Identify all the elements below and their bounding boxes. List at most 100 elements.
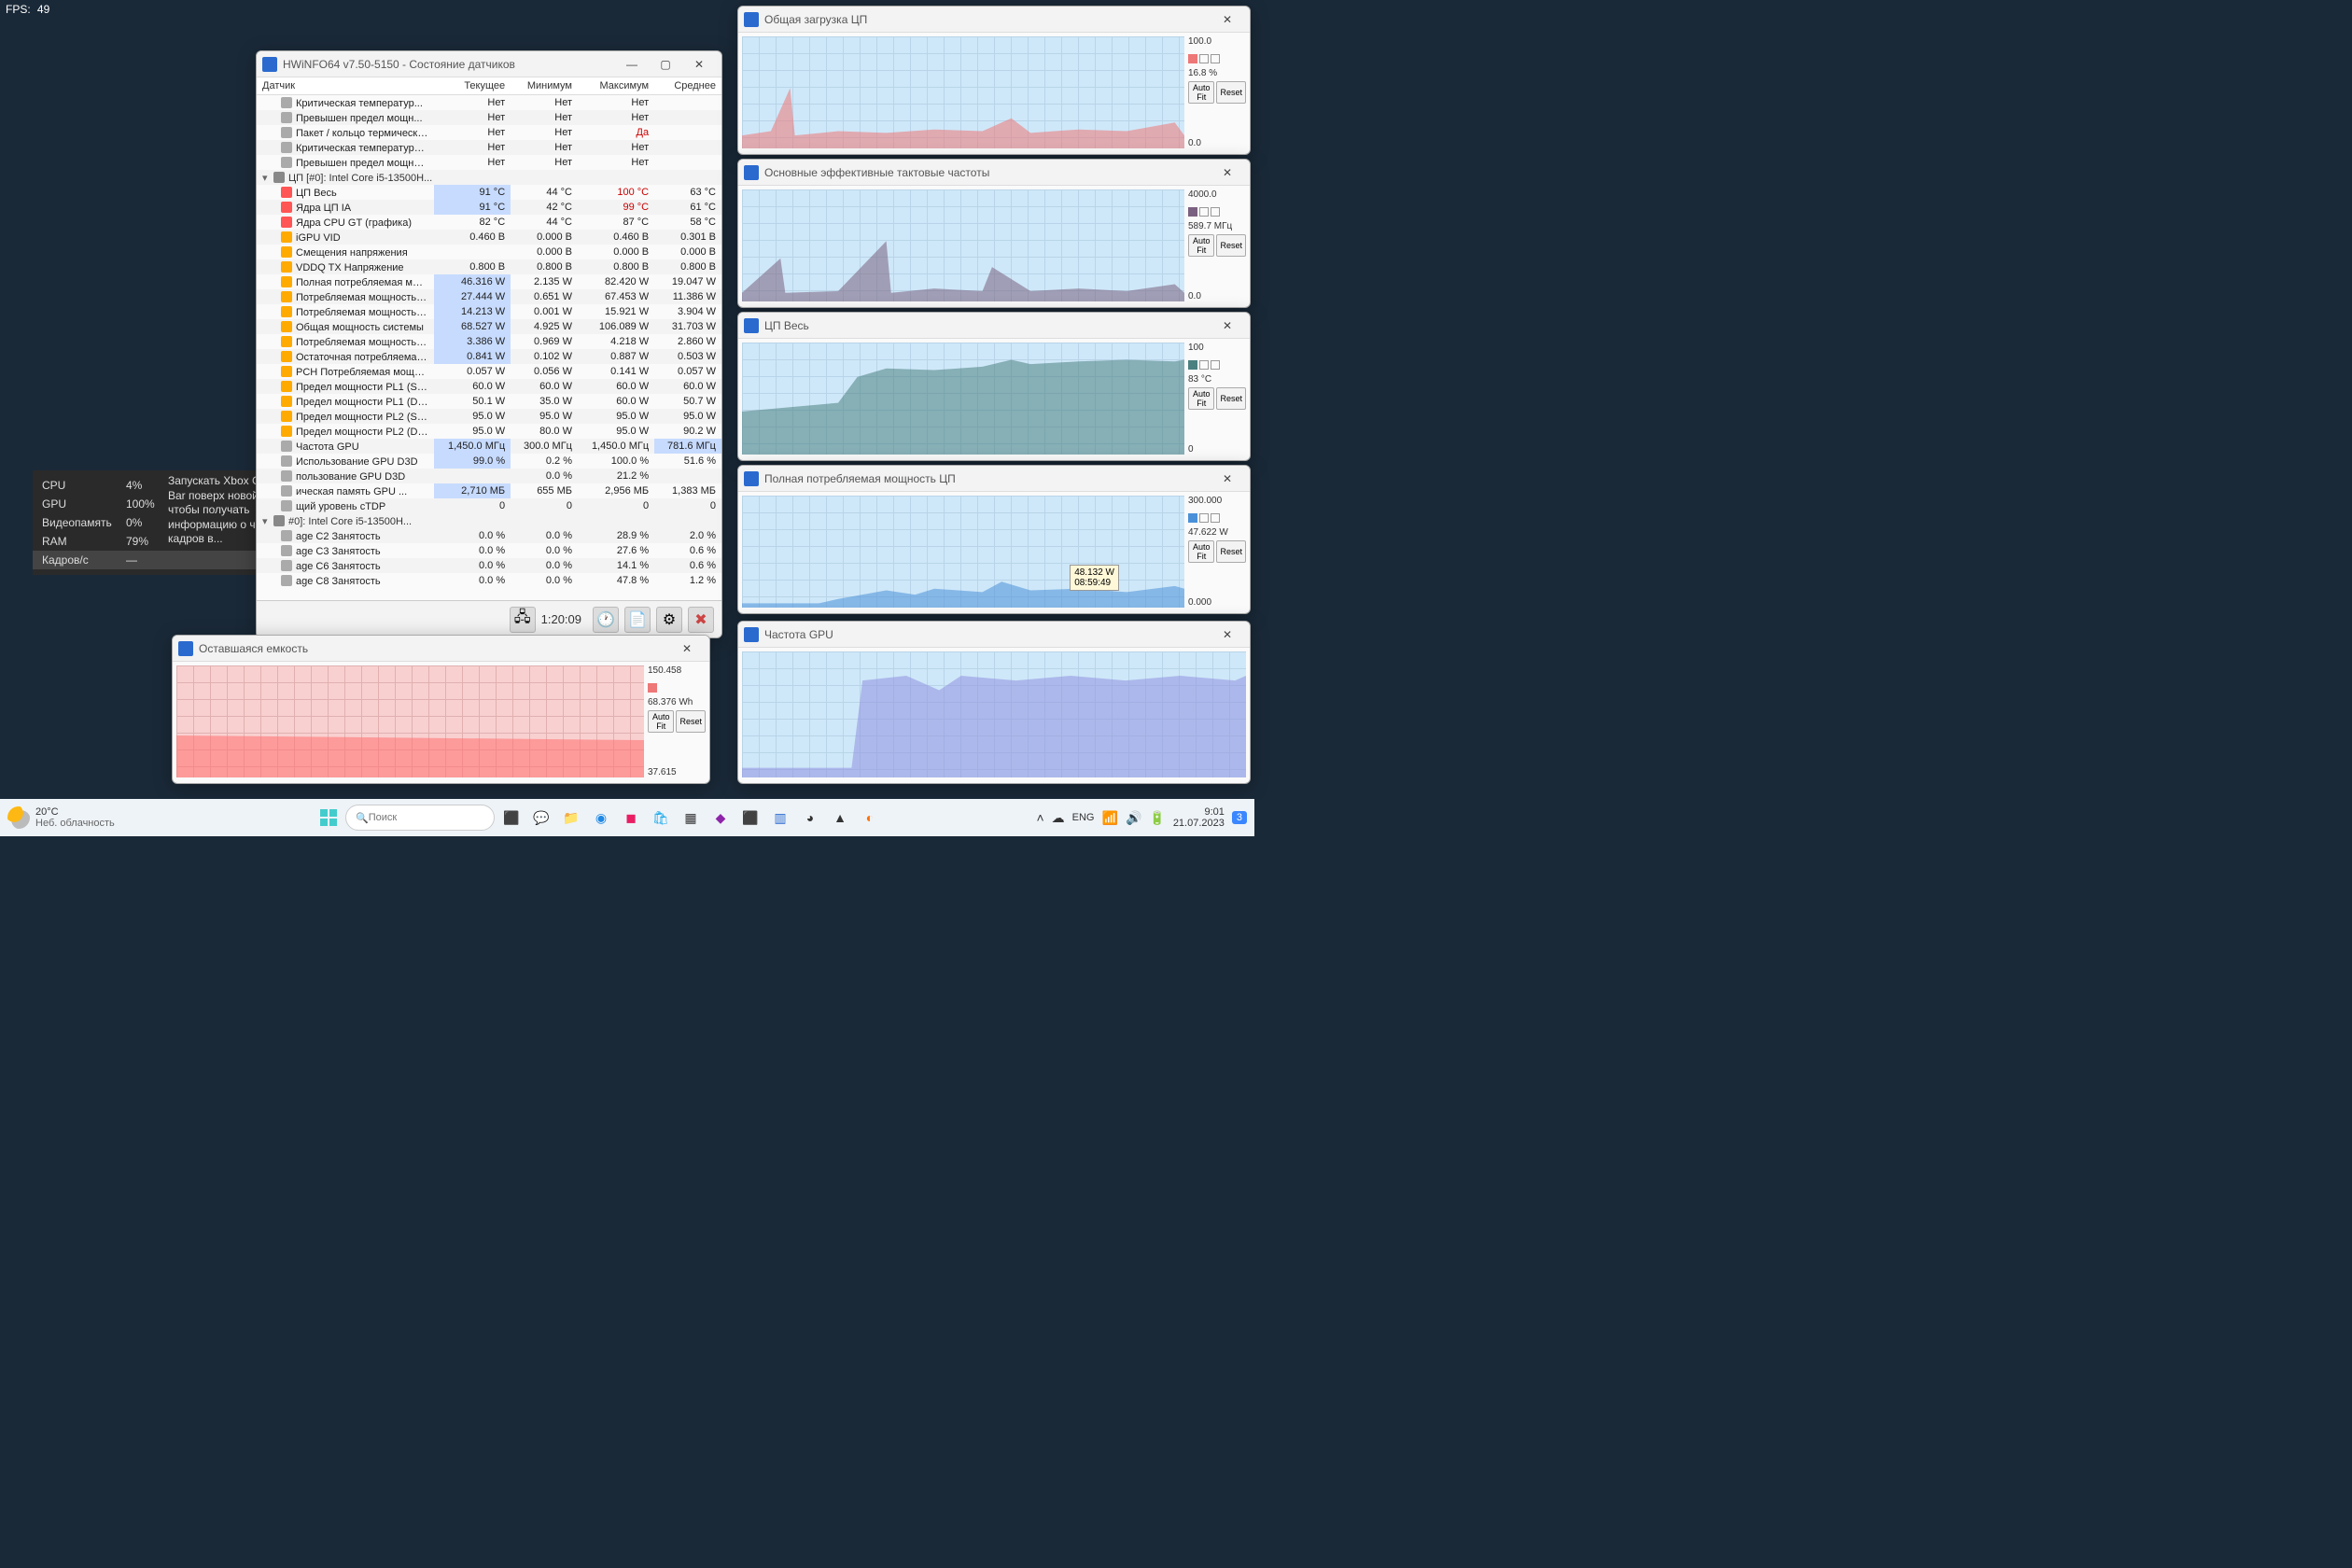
table-row[interactable]: ▾#0]: Intel Core i5-13500H... (257, 513, 721, 528)
table-row[interactable]: Потребляемая мощность яд...14.213 W0.001… (257, 304, 721, 319)
reset-button[interactable]: Reset (1216, 81, 1246, 104)
taskbar[interactable]: 20°C Неб. облачность 🔍 ⬛ 💬 📁 ◉ ◼ 🛍 ▦ ◆ ⬛… (0, 799, 1254, 836)
volume-icon[interactable]: 🔊 (1126, 810, 1141, 826)
tray-clock[interactable]: 9:01 21.07.2023 (1173, 806, 1225, 829)
minimize-button[interactable]: — (615, 53, 649, 76)
battery-chart-window[interactable]: Оставшаяся емкость ✕ 150.458 68.376 Wh A… (172, 635, 710, 784)
table-row[interactable]: ЦП Весь91 °C44 °C100 °C63 °C (257, 185, 721, 200)
table-header[interactable]: Максимум (578, 77, 654, 95)
table-row[interactable]: Предел мощности PL2 (Dyn...95.0 W80.0 W9… (257, 424, 721, 439)
battery-icon[interactable]: 🔋 (1149, 810, 1165, 826)
close-button[interactable]: ✕ (1211, 623, 1244, 646)
app-icon[interactable]: ▦ (678, 805, 704, 831)
close-button[interactable]: ✕ (682, 53, 716, 76)
sensor-table[interactable]: ДатчикТекущееМинимумМаксимумСреднее Крит… (257, 77, 721, 588)
close-button[interactable]: ✕ (1211, 468, 1244, 490)
table-row[interactable]: Предел мощности PL1 (Dyn...50.1 W35.0 W6… (257, 394, 721, 409)
close-button[interactable]: ✕ (670, 637, 704, 660)
app-icon[interactable]: ▲ (827, 805, 853, 831)
close-button[interactable]: ✕ (1211, 8, 1244, 31)
table-row[interactable]: Превышен предел мощност...НетНетНет (257, 155, 721, 170)
chart-titlebar[interactable]: Основные эффективные тактовые частоты ✕ (738, 160, 1250, 186)
table-header[interactable]: Минимум (511, 77, 578, 95)
chevron-up-icon[interactable]: ˄ (1036, 810, 1043, 825)
hwinfo-window[interactable]: HWiNFO64 v7.50-5150 - Состояние датчиков… (256, 50, 722, 638)
table-row[interactable]: ▾ЦП [#0]: Intel Core i5-13500H... (257, 170, 721, 185)
chart-titlebar[interactable]: Частота GPU ✕ (738, 622, 1250, 648)
hwinfo-titlebar[interactable]: HWiNFO64 v7.50-5150 - Состояние датчиков… (257, 51, 721, 77)
autofit-button[interactable]: Auto Fit (648, 710, 674, 733)
autofit-button[interactable]: Auto Fit (1188, 81, 1214, 104)
table-row[interactable]: Потребляемая мощность си...3.386 W0.969 … (257, 334, 721, 349)
table-row[interactable]: PCH Потребляемая мощность0.057 W0.056 W0… (257, 364, 721, 379)
save-icon[interactable]: 📄 (624, 607, 651, 633)
table-row[interactable]: Предел мощности PL2 (Static)95.0 W95.0 W… (257, 409, 721, 424)
reset-button[interactable]: Reset (1216, 387, 1246, 410)
hwinfo-taskbar-icon[interactable]: ▥ (767, 805, 793, 831)
table-header[interactable]: Среднее (654, 77, 721, 95)
chart-window-cputemp[interactable]: ЦП Весь ✕ 100 83 °C Auto FitReset 0 (737, 312, 1251, 461)
table-row[interactable]: Использование GPU D3D99.0 %0.2 %100.0 %5… (257, 454, 721, 469)
table-row[interactable]: VDDQ TX Напряжение0.800 В0.800 В0.800 В0… (257, 259, 721, 274)
taskview-icon[interactable]: ⬛ (498, 805, 525, 831)
steam-icon[interactable]: ◕ (797, 805, 823, 831)
app-icon[interactable]: ◐ (857, 805, 883, 831)
table-row[interactable]: Полная потребляемая мощ...46.316 W2.135 … (257, 274, 721, 289)
network-icon[interactable]: 🖧 (510, 607, 536, 633)
search-box[interactable]: 🔍 (345, 805, 495, 831)
autofit-button[interactable]: Auto Fit (1188, 234, 1214, 257)
explorer-icon[interactable]: 📁 (558, 805, 584, 831)
start-button[interactable] (315, 805, 342, 831)
table-row[interactable]: Критическая температур...НетНетНет (257, 95, 721, 111)
table-row[interactable]: Остаточная потребляемая ...0.841 W0.102 … (257, 349, 721, 364)
chart-titlebar[interactable]: Полная потребляемая мощность ЦП ✕ (738, 466, 1250, 492)
close-button[interactable]: ✕ (1211, 315, 1244, 337)
maximize-button[interactable]: ▢ (649, 53, 682, 76)
chat-icon[interactable]: 💬 (528, 805, 554, 831)
app-icon[interactable]: ◆ (707, 805, 734, 831)
table-row[interactable]: Ядра CPU GT (графика)82 °C44 °C87 °C58 °… (257, 215, 721, 230)
table-row[interactable]: Предел мощности PL1 (Static)60.0 W60.0 W… (257, 379, 721, 394)
table-header[interactable]: Датчик (257, 77, 434, 95)
table-row[interactable]: age C2 Занятость0.0 %0.0 %28.9 %2.0 % (257, 528, 721, 543)
chart-window-gpufreq[interactable]: Частота GPU ✕ (737, 621, 1251, 784)
clock-icon[interactable]: 🕐 (593, 607, 619, 633)
wifi-icon[interactable]: 📶 (1102, 810, 1118, 826)
table-row[interactable]: iGPU VID0.460 В0.000 В0.460 В0.301 В (257, 230, 721, 245)
chart-titlebar[interactable]: ЦП Весь ✕ (738, 313, 1250, 339)
autofit-button[interactable]: Auto Fit (1188, 387, 1214, 410)
chart-window-cpupwr[interactable]: Полная потребляемая мощность ЦП ✕ 48.132… (737, 465, 1251, 614)
chart-titlebar[interactable]: Общая загрузка ЦП ✕ (738, 7, 1250, 33)
table-row[interactable]: ическая память GPU ...2,710 МБ655 МБ2,95… (257, 483, 721, 498)
app-icon[interactable]: ⬛ (737, 805, 763, 831)
table-row[interactable]: Частота GPU1,450.0 МГц300.0 МГц1,450.0 М… (257, 439, 721, 454)
table-row[interactable]: age C3 Занятость0.0 %0.0 %27.6 %0.6 % (257, 543, 721, 558)
table-row[interactable]: Пакет / кольцо термическог...НетНетДа (257, 125, 721, 140)
chart-window-cpuload[interactable]: Общая загрузка ЦП ✕ 100.0 16.8 % Auto Fi… (737, 6, 1251, 155)
settings-icon[interactable]: ⚙ (656, 607, 682, 633)
search-input[interactable] (369, 812, 484, 823)
store-icon[interactable]: 🛍 (648, 805, 674, 831)
onedrive-icon[interactable]: ☁ (1052, 810, 1065, 826)
table-row[interactable]: пользование GPU D3D0.0 %21.2 % (257, 469, 721, 483)
weather-widget[interactable]: 20°C Неб. облачность (7, 806, 115, 829)
table-row[interactable]: Общая мощность системы68.527 W4.925 W106… (257, 319, 721, 334)
reset-button[interactable]: Reset (1216, 540, 1246, 563)
table-header[interactable]: Текущее (434, 77, 511, 95)
reset-button[interactable]: Reset (676, 710, 706, 733)
tray-lang[interactable]: ENG (1072, 812, 1095, 823)
table-row[interactable]: Превышен предел мощн...НетНетНет (257, 110, 721, 125)
notification-badge[interactable]: 3 (1232, 811, 1247, 824)
edge-icon[interactable]: ◉ (588, 805, 614, 831)
table-row[interactable]: age C8 Занятость0.0 %0.0 %47.8 %1.2 % (257, 573, 721, 588)
table-row[interactable]: Ядра ЦП IA91 °C42 °C99 °C61 °C (257, 200, 721, 215)
table-row[interactable]: age C6 Занятость0.0 %0.0 %14.1 %0.6 % (257, 558, 721, 573)
chart-window-clocks[interactable]: Основные эффективные тактовые частоты ✕ … (737, 159, 1251, 308)
chart-titlebar[interactable]: Оставшаяся емкость ✕ (173, 636, 709, 662)
close-button[interactable]: ✕ (1211, 161, 1244, 184)
autofit-button[interactable]: Auto Fit (1188, 540, 1214, 563)
table-row[interactable]: Потребляемая мощность яд...27.444 W0.651… (257, 289, 721, 304)
reset-button[interactable]: Reset (1216, 234, 1246, 257)
table-row[interactable]: Смещения напряжения0.000 В0.000 В0.000 В (257, 245, 721, 259)
app-icon[interactable]: ◼ (618, 805, 644, 831)
